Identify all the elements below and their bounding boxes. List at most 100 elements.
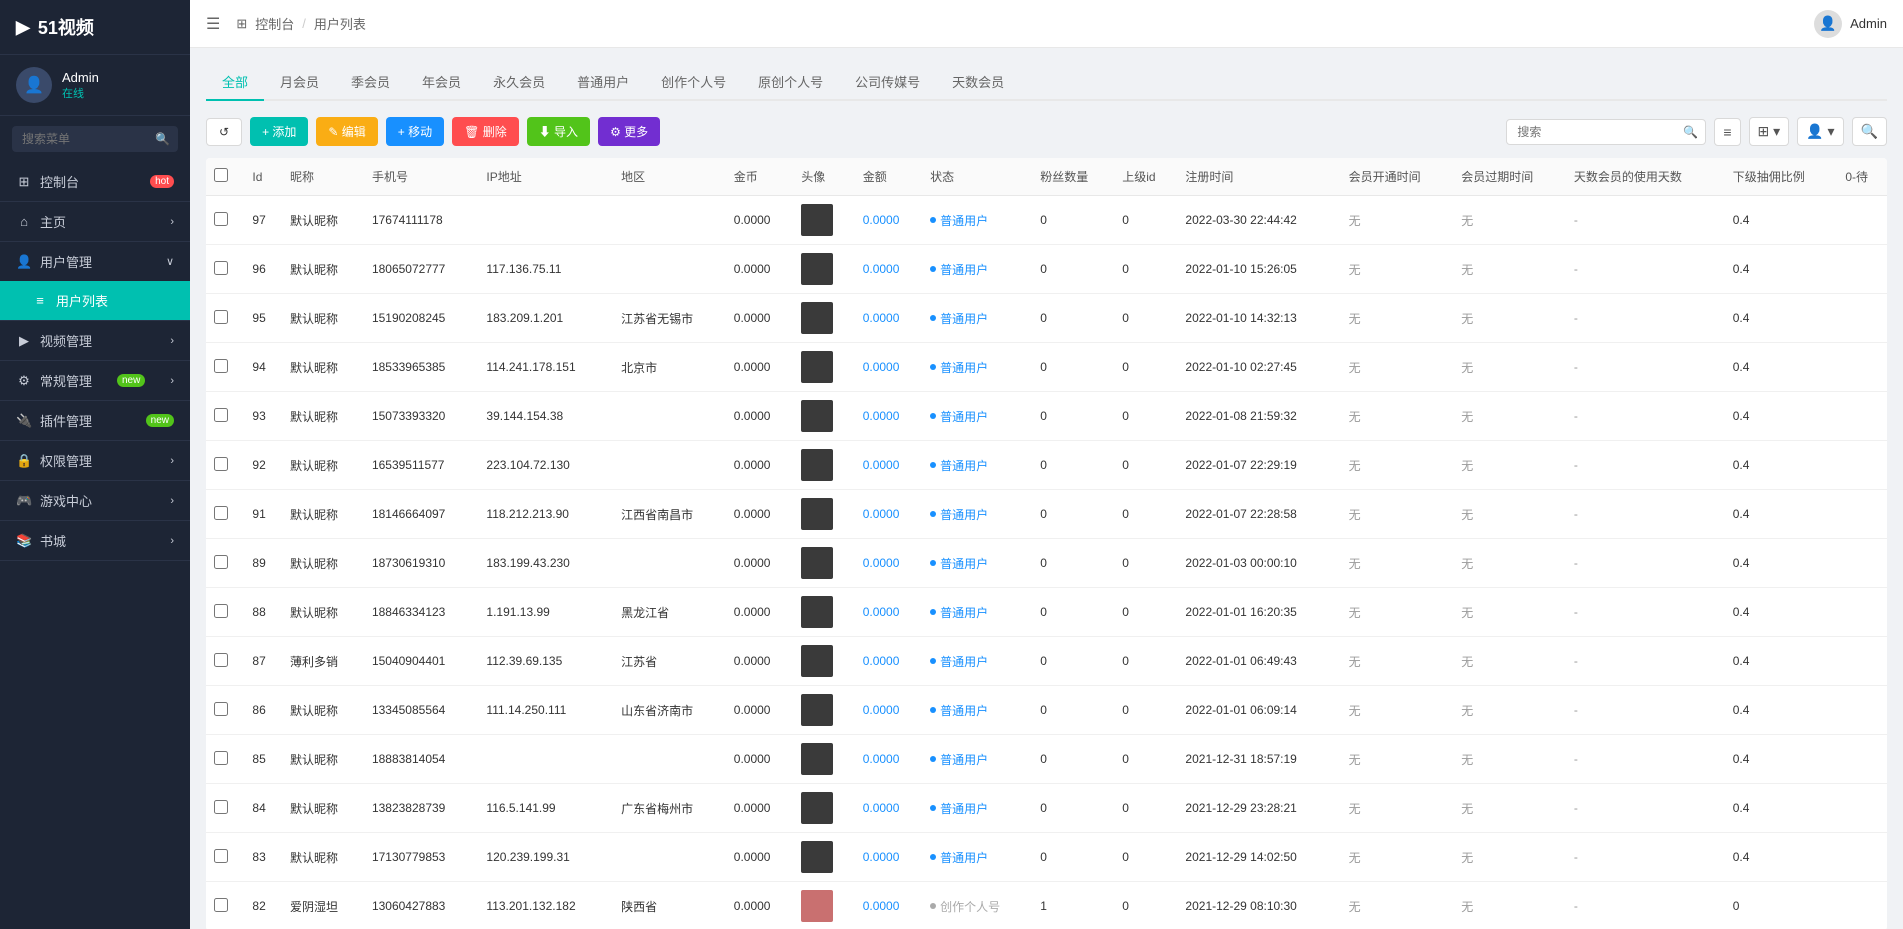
tab-creator-personal[interactable]: 创作个人号 [645,64,742,101]
amount-link[interactable]: 0.0000 [863,752,900,766]
tab-quarterly[interactable]: 季会员 [335,64,406,101]
table-row: 84 默认昵称 13823828739 116.5.141.99 广东省梅州市 … [206,784,1887,833]
amount-link[interactable]: 0.0000 [863,801,900,815]
row-checkbox[interactable] [214,310,228,324]
row-checkbox[interactable] [214,261,228,275]
row-tianshu-days: - [1566,294,1725,343]
sidebar-item-dashboard[interactable]: ⊞ 控制台 hot [0,162,190,201]
grid-view-button[interactable]: ⊞ ▾ [1749,117,1790,146]
row-checkbox[interactable] [214,506,228,520]
menu-toggle-icon[interactable]: ☰ [206,14,220,34]
row-tianshu-days: - [1566,637,1725,686]
header-avatar: 👤 [1814,10,1842,38]
row-checkbox[interactable] [214,212,228,226]
row-coins: 0.0000 [726,833,793,882]
breadcrumb-dashboard: 控制台 [255,14,294,33]
row-pending [1837,245,1887,294]
row-checkbox[interactable] [214,702,228,716]
row-amount: 0.0000 [855,882,922,929]
move-button[interactable]: + 移动 [386,117,444,146]
table-row: 95 默认昵称 15190208245 183.209.1.201 江苏省无锡市… [206,294,1887,343]
sidebar-item-user-list[interactable]: ≡ 用户列表 [0,281,190,320]
row-commission: 0.4 [1725,196,1838,245]
column-settings-button[interactable]: 👤 ▾ [1797,117,1843,146]
col-ip: IP地址 [478,158,613,196]
row-checkbox[interactable] [214,653,228,667]
row-coins: 0.0000 [726,539,793,588]
search-input[interactable] [12,126,178,152]
sidebar-item-bookstore[interactable]: 📚 书城 › [0,521,190,560]
row-parent-id: 0 [1114,637,1177,686]
add-button[interactable]: + 添加 [250,117,308,146]
table-search-button[interactable]: 🔍 [1852,117,1887,146]
amount-link[interactable]: 0.0000 [863,556,900,570]
row-ip: 111.14.250.111 [478,686,613,735]
row-fans: 0 [1032,686,1114,735]
amount-link[interactable]: 0.0000 [863,213,900,227]
row-checkbox-cell [206,637,244,686]
row-id: 83 [244,833,282,882]
sidebar-item-general-management[interactable]: ⚙ 常规管理 new › [0,361,190,400]
sidebar-item-plugin-management[interactable]: 🔌 插件管理 new [0,401,190,440]
row-ip: 116.5.141.99 [478,784,613,833]
sidebar-item-video-management[interactable]: ▶ 视频管理 › [0,321,190,360]
row-checkbox[interactable] [214,457,228,471]
row-status: 普通用户 [922,196,1032,245]
refresh-button[interactable]: ↺ [206,118,242,146]
tab-original-personal[interactable]: 原创个人号 [742,64,839,101]
list-view-button[interactable]: ≡ [1714,118,1740,146]
table-row: 86 默认昵称 13345085564 111.14.250.111 山东省济南… [206,686,1887,735]
row-commission: 0.4 [1725,735,1838,784]
amount-link[interactable]: 0.0000 [863,605,900,619]
row-checkbox[interactable] [214,604,228,618]
amount-link[interactable]: 0.0000 [863,458,900,472]
delete-button[interactable]: 🗑 删除 [452,117,519,146]
edit-button[interactable]: ✎ 编辑 [316,117,377,146]
sidebar-logo: ▶ 51视频 [0,0,190,55]
sidebar-item-user-management[interactable]: 👤 用户管理 ∨ [0,242,190,281]
sidebar-item-permission-management[interactable]: 🔒 权限管理 › [0,441,190,480]
row-checkbox[interactable] [214,898,228,912]
header-user[interactable]: 👤 Admin [1814,10,1887,38]
amount-link[interactable]: 0.0000 [863,507,900,521]
tab-normal[interactable]: 普通用户 [561,64,645,101]
tab-monthly[interactable]: 月会员 [264,64,335,101]
amount-link[interactable]: 0.0000 [863,654,900,668]
row-region [613,441,726,490]
sidebar-item-home[interactable]: ⌂ 主页 › [0,202,190,241]
tab-all[interactable]: 全部 [206,64,264,101]
row-status: 普通用户 [922,539,1032,588]
chevron-icon: › [170,375,174,387]
breadcrumb-user-list: 用户列表 [314,14,366,33]
row-checkbox[interactable] [214,751,228,765]
row-checkbox[interactable] [214,800,228,814]
new-badge: new [117,374,145,387]
row-ip: 183.199.43.230 [478,539,613,588]
row-checkbox[interactable] [214,408,228,422]
row-checkbox[interactable] [214,555,228,569]
col-fans: 粉丝数量 [1032,158,1114,196]
amount-link[interactable]: 0.0000 [863,703,900,717]
amount-link[interactable]: 0.0000 [863,360,900,374]
sidebar-item-game-center[interactable]: 🎮 游戏中心 › [0,481,190,520]
search-input[interactable] [1506,119,1706,145]
row-checkbox[interactable] [214,849,228,863]
tab-company-media[interactable]: 公司传媒号 [839,64,936,101]
amount-link[interactable]: 0.0000 [863,409,900,423]
row-member-open: 无 [1341,784,1454,833]
more-button[interactable]: ⚙ 更多 [598,117,660,146]
row-member-expire: 无 [1453,294,1566,343]
amount-link[interactable]: 0.0000 [863,262,900,276]
search-icon: 🔍 [155,132,170,146]
amount-link[interactable]: 0.0000 [863,899,900,913]
amount-link[interactable]: 0.0000 [863,850,900,864]
tab-tianshu[interactable]: 天数会员 [936,64,1020,101]
import-button[interactable]: ⬇ 导入 [527,117,590,146]
tab-lifetime[interactable]: 永久会员 [477,64,561,101]
tab-annual[interactable]: 年会员 [406,64,477,101]
row-checkbox[interactable] [214,359,228,373]
row-ip: 183.209.1.201 [478,294,613,343]
amount-link[interactable]: 0.0000 [863,311,900,325]
main-content: ☰ ⊞ 控制台 / 用户列表 👤 Admin 全部 月会员 季会员 年会员 永久… [190,0,1903,929]
select-all-checkbox[interactable] [214,168,228,182]
